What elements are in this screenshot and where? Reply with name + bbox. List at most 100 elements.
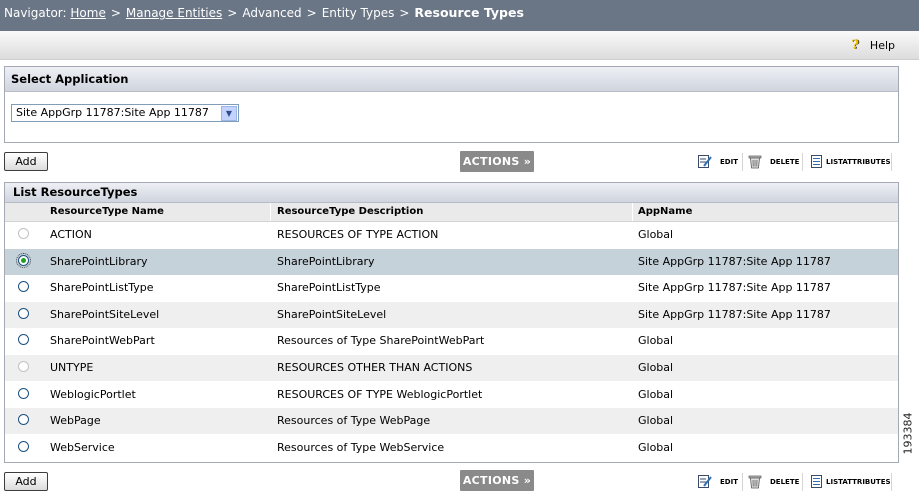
figure-id: 193384 <box>897 412 917 459</box>
delete-label: DELETE <box>770 158 800 166</box>
edit-button[interactable]: EDIT <box>698 151 740 173</box>
row-radio-button[interactable] <box>18 281 29 293</box>
navigator-bar: Navigator: Home > Manage Entities > Advanced… <box>0 0 919 31</box>
list-attributes-label: LISTATTRIBUTES <box>826 478 891 486</box>
breadcrumb-separator: > <box>306 6 317 20</box>
table-row[interactable]: WebService Resources of Type WebService Gl… <box>5 434 898 461</box>
table-row[interactable]: WeblogicPortlet RESOURCES OF TYPE Weblogi… <box>5 381 898 408</box>
breadcrumb-separator: > <box>399 6 410 20</box>
toolbar-divider <box>891 153 892 171</box>
cell-appname: Global <box>638 440 674 454</box>
column-divider <box>270 203 271 221</box>
actions-label: ACTIONS <box>462 474 520 487</box>
breadcrumb-entity-types: Entity Types <box>321 6 395 20</box>
cell-appname: Site AppGrp 11787:Site App 11787 <box>638 254 831 268</box>
row-radio-button <box>18 361 29 372</box>
actions-button-bottom[interactable]: ACTIONS » <box>460 470 534 491</box>
row-radio-button[interactable] <box>18 334 29 346</box>
cell-description: RESOURCES OTHER THAN ACTIONS <box>277 361 473 374</box>
resource-types-list: List ResourceTypes ResourceType Name Res… <box>4 182 899 463</box>
edit-icon <box>698 155 712 168</box>
cell-description: SharePointSiteLevel <box>277 307 387 321</box>
list-icon <box>811 155 822 168</box>
column-header-name: ResourceType Name <box>50 206 164 217</box>
list-icon <box>811 475 822 488</box>
table-row[interactable]: SharePointListType SharePointListType Site… <box>5 275 898 302</box>
cell-description: RESOURCES OF TYPE ACTION <box>277 228 439 241</box>
row-radio-button <box>18 228 29 239</box>
breadcrumb-manage-entities-link[interactable]: Manage Entities <box>126 6 222 20</box>
table-row[interactable]: WebPage Resources of Type WebPage Global <box>5 408 898 435</box>
list-attributes-button-bottom[interactable]: LISTATTRIBUTES <box>810 471 891 493</box>
list-title: List ResourceTypes <box>5 183 898 203</box>
cell-appname: Site AppGrp 11787:Site App 11787 <box>638 307 831 321</box>
cell-name: SharePointLibrary <box>50 254 148 268</box>
toolbar-divider <box>891 473 892 491</box>
edit-label: EDIT <box>720 478 738 486</box>
column-header-appname: AppName <box>638 206 693 217</box>
cell-description: Resources of Type SharePointWebPart <box>277 334 485 348</box>
cell-name: SharePointSiteLevel <box>50 307 160 321</box>
help-link[interactable]: ? ? Help <box>850 38 895 52</box>
list-attributes-button[interactable]: LISTATTRIBUTES <box>810 151 891 173</box>
application-select[interactable]: Site AppGrp 11787:Site App 11787 ▼ <box>11 104 239 122</box>
breadcrumb-advanced: Advanced <box>242 6 302 20</box>
chevron-down-icon[interactable]: ▼ <box>221 106 237 121</box>
breadcrumb-home-link[interactable]: Home <box>70 6 105 20</box>
add-button-bottom[interactable]: Add <box>4 472 48 491</box>
cell-name: WebService <box>50 440 115 454</box>
cell-appname: Global <box>638 361 674 374</box>
cell-appname: Site AppGrp 11787:Site App 11787 <box>638 281 831 295</box>
cell-description: Resources of Type WebService <box>277 440 445 454</box>
cell-name: ACTION <box>50 228 92 241</box>
actions-arrow-icon: » <box>523 474 532 487</box>
figure-id-text: 193384 <box>901 412 915 455</box>
toolbar-divider <box>742 153 743 171</box>
cell-description: Resources of Type WebPage <box>277 414 431 428</box>
cell-appname: Global <box>638 228 674 241</box>
table-row[interactable]: SharePointSiteLevel SharePointSiteLevel Si… <box>5 301 898 328</box>
row-radio-button[interactable] <box>18 414 29 426</box>
list-attributes-label: LISTATTRIBUTES <box>826 158 891 166</box>
top-toolbar: EDIT DELETE LISTATTRIBUTES <box>698 151 893 173</box>
table-header: ResourceType Name ResourceType Descripti… <box>5 203 898 222</box>
column-header-description: ResourceType Description <box>277 206 424 217</box>
edit-icon <box>698 475 712 488</box>
cell-appname: Global <box>638 414 674 428</box>
toolbar-divider <box>802 153 803 171</box>
select-application-title: Select Application <box>5 67 898 92</box>
table-row[interactable]: ACTION RESOURCES OF TYPE ACTION Global <box>5 222 898 248</box>
trash-icon <box>748 155 762 169</box>
breadcrumb-separator: > <box>227 6 238 20</box>
row-radio-button[interactable] <box>18 387 29 399</box>
delete-button-bottom[interactable]: DELETE <box>748 471 800 493</box>
edit-button-bottom[interactable]: EDIT <box>698 471 740 493</box>
actions-button[interactable]: ACTIONS » <box>460 151 534 172</box>
table-row[interactable]: UNTYPE RESOURCES OTHER THAN ACTIONS Global <box>5 355 898 381</box>
cell-name: WebPage <box>50 414 101 428</box>
actions-arrow-icon: » <box>523 155 532 168</box>
trash-icon <box>748 475 762 489</box>
toolbar-divider <box>742 473 743 491</box>
cell-description: SharePointListType <box>277 281 381 295</box>
delete-button[interactable]: DELETE <box>748 151 800 173</box>
column-divider <box>632 203 633 221</box>
toolbar-divider <box>802 473 803 491</box>
edit-label: EDIT <box>720 158 738 166</box>
application-select-value: Site AppGrp 11787:Site App 11787 <box>16 106 209 119</box>
row-radio-button[interactable] <box>18 307 29 319</box>
row-radio-button[interactable] <box>16 252 31 268</box>
add-button[interactable]: Add <box>4 152 48 171</box>
bottom-toolbar: EDIT DELETE LISTATTRIBUTES <box>698 471 893 493</box>
table-row[interactable]: SharePointWebPart Resources of Type Share… <box>5 328 898 355</box>
cell-description: RESOURCES OF TYPE WeblogicPortlet <box>277 387 483 401</box>
cell-appname: Global <box>638 334 674 348</box>
help-label: Help <box>869 39 895 52</box>
cell-description: SharePointLibrary <box>277 254 375 268</box>
cell-name: WeblogicPortlet <box>50 387 136 401</box>
question-icon: ? ? <box>852 38 861 51</box>
row-radio-button[interactable] <box>18 440 29 452</box>
cell-name: SharePointWebPart <box>50 334 155 348</box>
table-row[interactable]: SharePointLibrary SharePointLibrary Site A… <box>5 248 898 275</box>
help-bar: ? ? Help <box>0 31 919 60</box>
